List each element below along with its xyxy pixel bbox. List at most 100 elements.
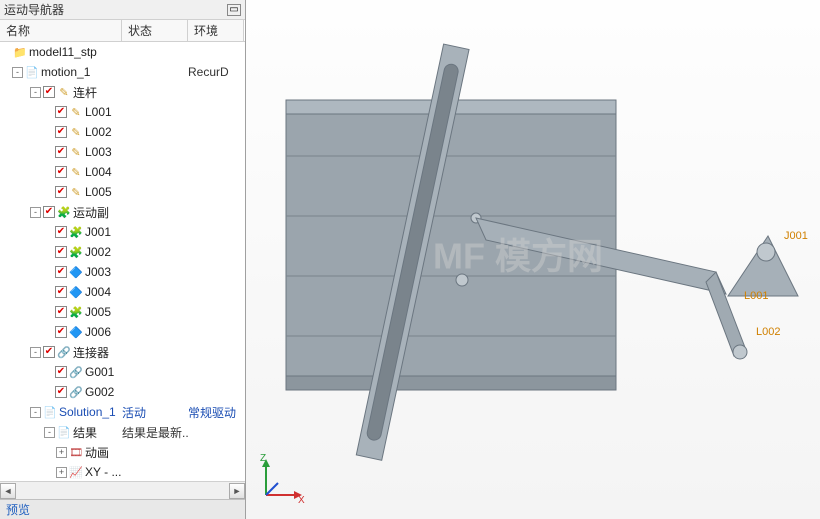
tree-item-label: L002 (85, 125, 112, 139)
tree-row[interactable]: ✎L003 (0, 142, 245, 162)
tree-row[interactable]: +🎞动画 (0, 442, 245, 462)
tree-row[interactable]: ✎L001 (0, 102, 245, 122)
tree-item-label: 连杆 (73, 84, 97, 101)
tree-item-label: 动画 (85, 444, 109, 461)
tree-checkbox[interactable] (55, 126, 67, 138)
scroll-track[interactable] (16, 483, 229, 499)
tree-checkbox[interactable] (55, 326, 67, 338)
tree-item-label: G002 (85, 385, 114, 399)
3d-model (246, 0, 820, 519)
nav-tree[interactable]: 📁model11_stp-📄motion_1RecurD-✎连杆✎L001✎L0… (0, 42, 245, 481)
scroll-right-button[interactable]: ► (229, 483, 245, 499)
tree-row[interactable]: - ✎连杆 (0, 82, 245, 102)
tree-item-label: J003 (85, 265, 111, 279)
triad-x-label: X (298, 495, 305, 503)
tree-checkbox[interactable] (55, 186, 67, 198)
tree-row[interactable]: +📈XY - ... (0, 462, 245, 481)
con-icon: 🔗 (57, 345, 71, 359)
annotation-l002: L002 (756, 326, 780, 338)
tree-checkbox[interactable] (55, 246, 67, 258)
tree-item-label: 连接器 (73, 344, 109, 361)
tree-row[interactable]: 📁model11_stp (0, 42, 245, 62)
tree-item-label: G001 (85, 365, 114, 379)
tree-item-label: J001 (85, 225, 111, 239)
tree-checkbox[interactable] (43, 86, 55, 98)
tree-checkbox[interactable] (55, 266, 67, 278)
lnkp-icon: ✎ (69, 185, 83, 199)
sol-icon: 📄 (43, 405, 57, 419)
annotation-j001: J001 (784, 230, 808, 242)
asm-icon: 📁 (13, 45, 27, 59)
tree-item-label: J002 (85, 245, 111, 259)
tree-row[interactable]: 🔗G002 (0, 382, 245, 402)
jnt-icon: 🧩 (69, 245, 83, 259)
panel-maximize-button[interactable]: ▭ (227, 4, 241, 16)
tree-row[interactable]: - 🔗连接器 (0, 342, 245, 362)
tree-toggle[interactable]: - (30, 87, 41, 98)
tree-row[interactable]: 🧩J002 (0, 242, 245, 262)
horizontal-scrollbar[interactable]: ◄ ► (0, 481, 245, 499)
tree-toggle[interactable]: - (12, 67, 23, 78)
jnt-icon: 🧩 (69, 305, 83, 319)
tree-checkbox[interactable] (55, 366, 67, 378)
panel-titlebar: 运动导航器 ▭ (0, 0, 245, 20)
tree-row[interactable]: 🔷J006 (0, 322, 245, 342)
tree-toggle[interactable]: + (56, 447, 67, 458)
tree-row[interactable]: ✎L004 (0, 162, 245, 182)
jntb-icon: 🔷 (69, 265, 83, 279)
tree-item-label: J006 (85, 325, 111, 339)
mot-icon: 📄 (25, 65, 39, 79)
tab-preview[interactable]: 预览 (6, 501, 30, 518)
tree-row[interactable]: 🔷J003 (0, 262, 245, 282)
scroll-left-button[interactable]: ◄ (0, 483, 16, 499)
nav-panel: 运动导航器 ▭ 名称 状态 环境 📁model11_stp-📄motion_1R… (0, 0, 246, 519)
tree-row[interactable]: 🧩J005 (0, 302, 245, 322)
tree-checkbox[interactable] (55, 306, 67, 318)
tree-row[interactable]: - 🧩运动副 (0, 202, 245, 222)
jntb-icon: 🔷 (69, 325, 83, 339)
tree-item-label: L003 (85, 145, 112, 159)
tree-toggle[interactable]: - (30, 407, 41, 418)
con-icon: 🔗 (69, 385, 83, 399)
tree-checkbox[interactable] (55, 286, 67, 298)
tree-checkbox[interactable] (55, 146, 67, 158)
tree-row[interactable]: -📄Solution_1活动常规驱动 (0, 402, 245, 422)
tree-row[interactable]: 🔗G001 (0, 362, 245, 382)
jnt-icon: 🧩 (69, 225, 83, 239)
view-triad[interactable]: Z X (258, 453, 308, 503)
col-name-header[interactable]: 名称 (0, 20, 122, 41)
tree-checkbox[interactable] (43, 206, 55, 218)
annotation-l001: L001 (744, 290, 768, 302)
tree-toggle[interactable]: - (44, 427, 55, 438)
tree-item-label: Solution_1 (59, 405, 116, 419)
tree-checkbox[interactable] (55, 106, 67, 118)
lnkp-icon: ✎ (69, 165, 83, 179)
3d-viewport[interactable]: MF 模方网 J001 L001 L002 Z X (246, 0, 820, 519)
tree-checkbox[interactable] (55, 166, 67, 178)
tree-toggle[interactable]: - (30, 207, 41, 218)
lnkp-icon: ✎ (69, 105, 83, 119)
tree-row[interactable]: ✎L005 (0, 182, 245, 202)
tree-checkbox[interactable] (55, 386, 67, 398)
tree-row[interactable]: ✎L002 (0, 122, 245, 142)
tree-toggle[interactable]: - (30, 347, 41, 358)
jnt-icon: 🧩 (57, 205, 71, 219)
tree-toggle[interactable]: + (56, 467, 67, 478)
tree-row[interactable]: 🧩J001 (0, 222, 245, 242)
res-icon: 📄 (57, 425, 71, 439)
tree-checkbox[interactable] (55, 226, 67, 238)
tree-row[interactable]: 🔷J004 (0, 282, 245, 302)
tree-item-label: 结果 (73, 424, 97, 441)
lnk-icon: ✎ (57, 85, 71, 99)
col-env-header[interactable]: 环境 (188, 20, 244, 41)
tree-row[interactable]: -📄结果结果是最新... (0, 422, 245, 442)
tree-item-label: J004 (85, 285, 111, 299)
tree-checkbox[interactable] (43, 346, 55, 358)
lnkp-icon: ✎ (69, 145, 83, 159)
tree-row[interactable]: -📄motion_1RecurD (0, 62, 245, 82)
tree-item-label: model11_stp (29, 45, 97, 59)
tree-env: 常规驱动 (188, 404, 244, 421)
col-status-header[interactable]: 状态 (122, 20, 188, 41)
tree-item-label: L004 (85, 165, 112, 179)
tree-item-label: 运动副 (73, 204, 109, 221)
